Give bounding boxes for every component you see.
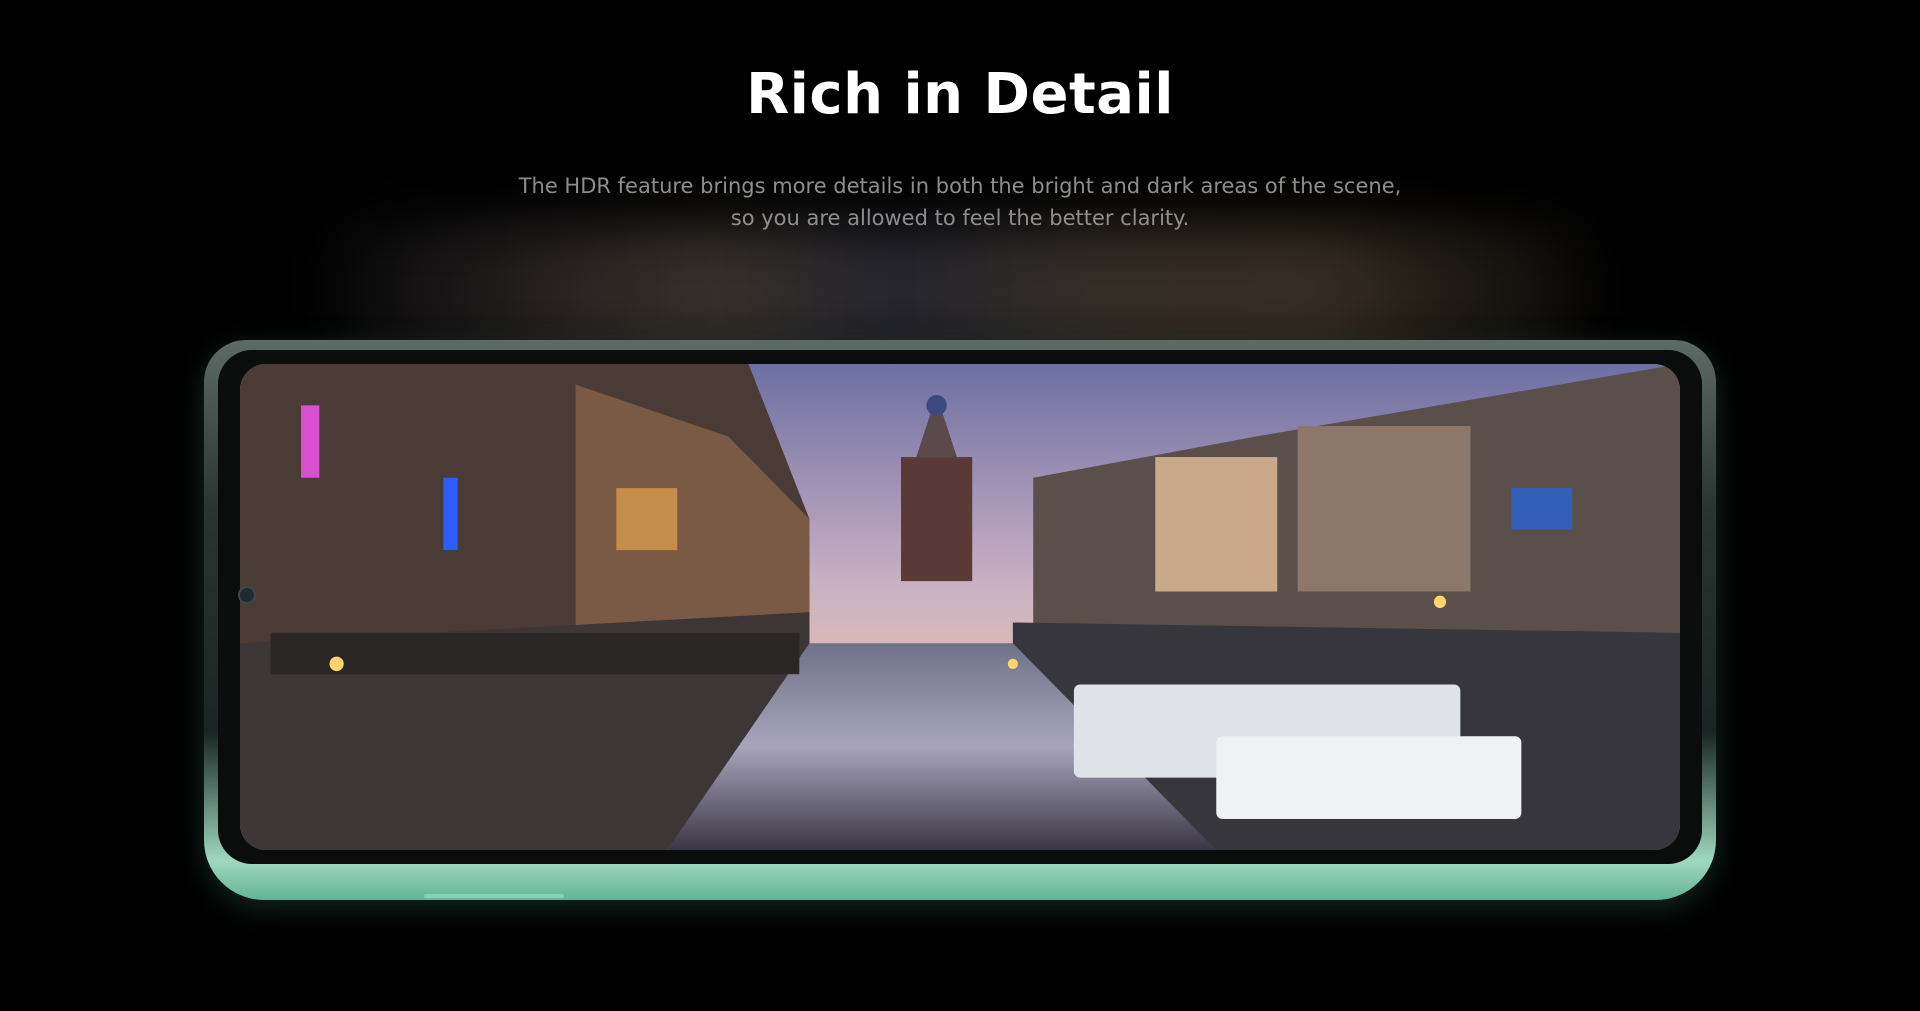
background-glow: [330, 225, 1590, 355]
phone-side-button: [424, 894, 564, 898]
phone-device: [204, 340, 1716, 900]
phone-screen-photo: [240, 364, 1680, 850]
page-title: Rich in Detail: [746, 62, 1174, 127]
hdr-canal-scene-image: [240, 364, 1680, 850]
feature-description-line-1: The HDR feature brings more details in b…: [518, 174, 1402, 198]
front-camera-icon: [238, 586, 256, 604]
phone-bezel: [218, 350, 1702, 864]
